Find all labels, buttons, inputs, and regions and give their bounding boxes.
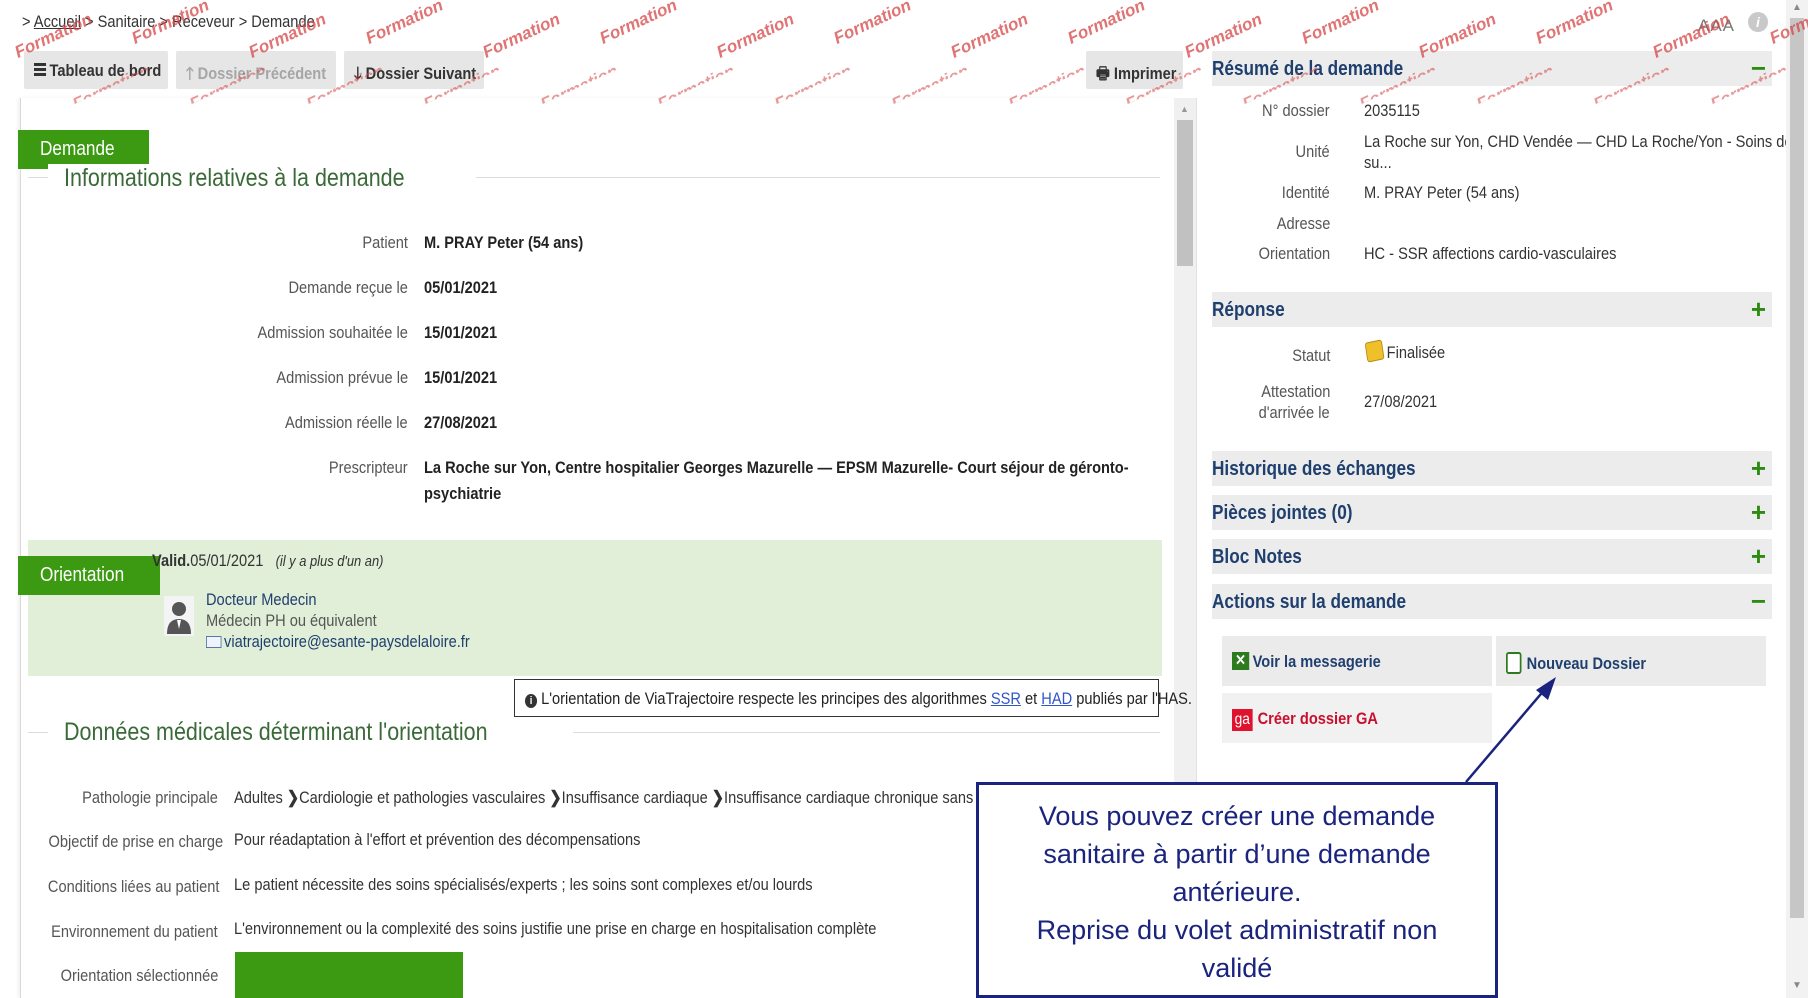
callout-line: Vous pouvez créer une demande [1038, 801, 1436, 831]
page: > Accueil > Sanitaire > Receveur > Deman… [0, 0, 1808, 998]
callout-line: Reprise du volet administratif non [1036, 915, 1438, 945]
callout-arrow [1465, 677, 1556, 783]
callout-line: antérieure. [1172, 877, 1302, 907]
callout-line: validé [1201, 953, 1273, 983]
tutorial-callout: Vous pouvez créer une demande sanitaire … [976, 782, 1498, 998]
callout-line: sanitaire à partir d’une demande [1043, 839, 1431, 869]
